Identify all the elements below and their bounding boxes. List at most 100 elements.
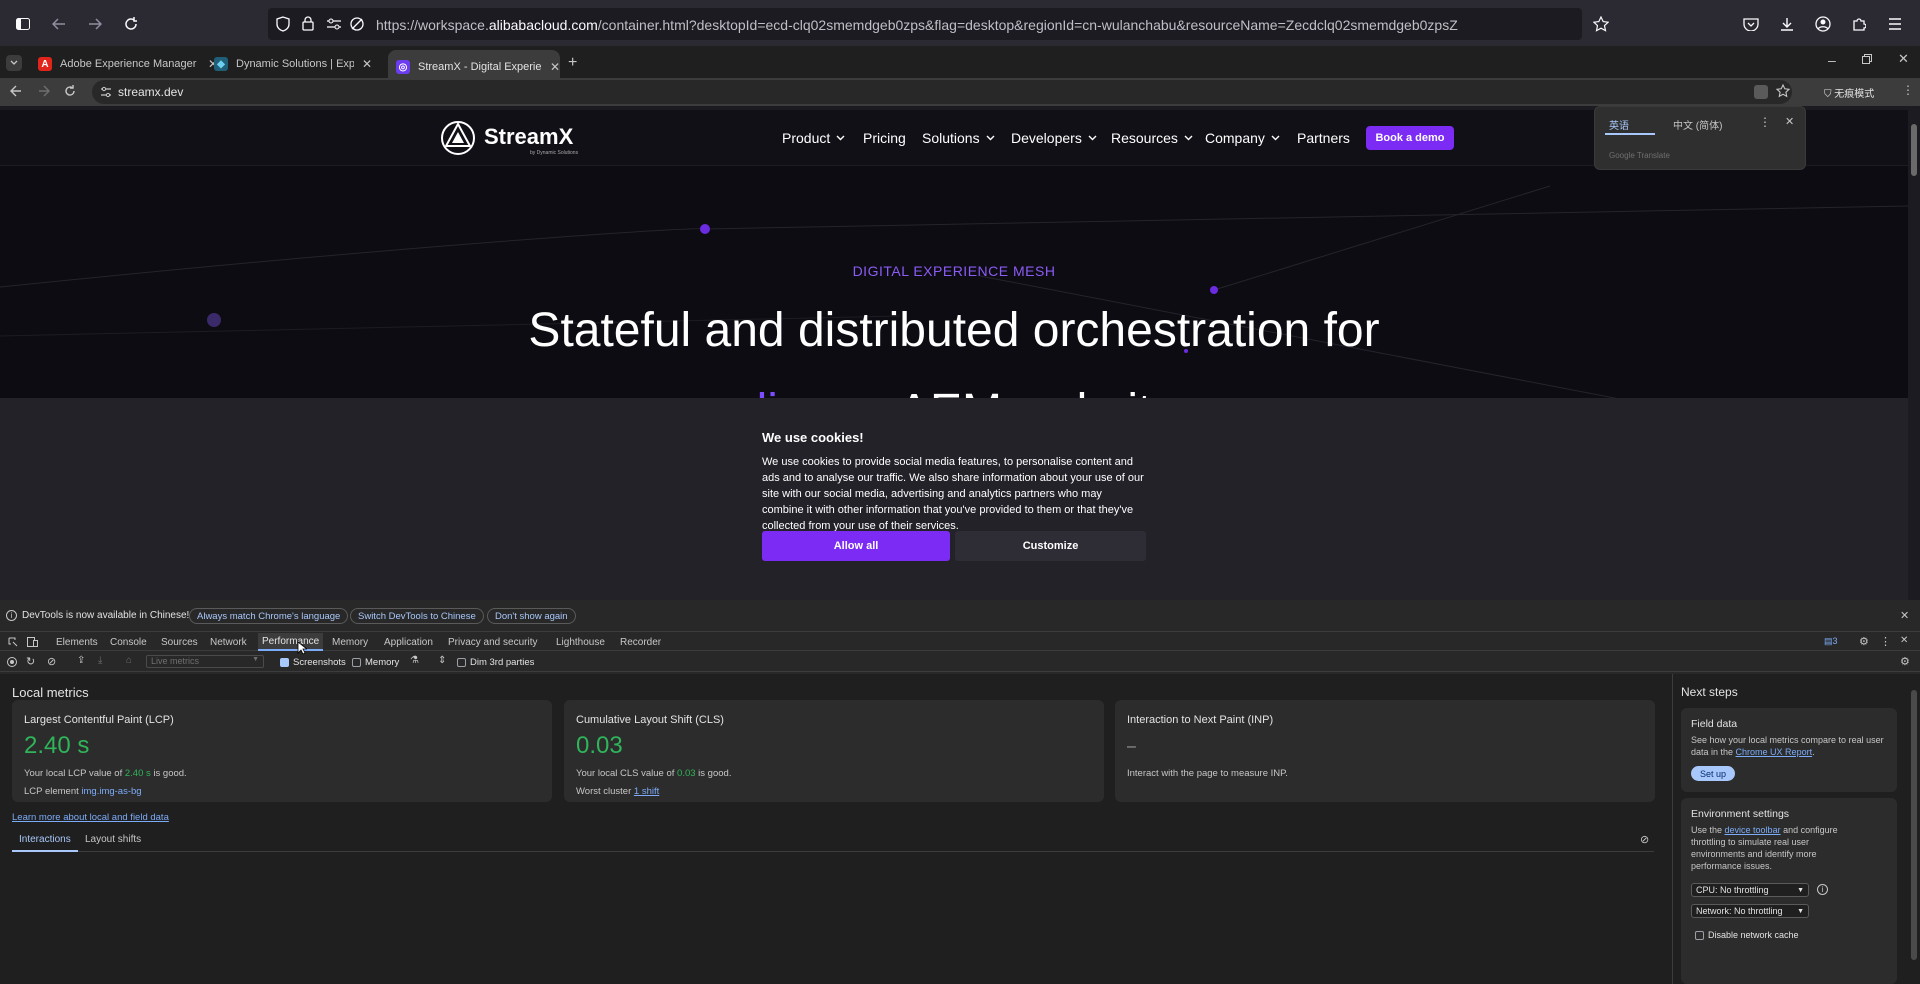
streamx-logo[interactable] [440,118,480,158]
subtab-layout-shifts[interactable]: Layout shifts [85,834,141,845]
match-language-button[interactable]: Always match Chrome's language [189,608,349,624]
nav-company[interactable]: Company [1205,130,1280,146]
chrome-forward-icon[interactable] [38,85,50,97]
sidebar-icon[interactable] [10,11,36,37]
clear-log-icon[interactable]: ⊘ [1640,833,1649,846]
record-icon[interactable] [7,657,17,667]
tab-search-icon[interactable] [6,55,22,71]
disable-cache-checkbox[interactable]: Disable network cache [1695,930,1799,940]
settings-gear-icon[interactable]: ⚙ [1859,635,1869,648]
menu-icon[interactable] [1882,11,1908,37]
chrome-menu-icon[interactable]: ⋮ [1902,83,1914,97]
network-throttling-select[interactable]: Network: No throttling ▼ [1691,904,1809,918]
tab-console[interactable]: Console [106,633,151,651]
nav-product[interactable]: Product [782,130,845,146]
tab-lighthouse[interactable]: Lighthouse [552,633,609,651]
upload-icon[interactable]: ⇪ [77,655,85,666]
reload-icon[interactable] [118,11,144,37]
checkbox[interactable] [457,658,466,667]
bookmark-star-icon[interactable] [1588,11,1614,37]
back-icon[interactable] [46,11,72,37]
tab-network[interactable]: Network [206,633,251,651]
customize-button[interactable]: Customize [955,531,1146,561]
nav-resources[interactable]: Resources [1111,130,1193,146]
translate-icon[interactable] [1754,85,1768,99]
extensions-icon[interactable] [1846,11,1872,37]
cpu-info-icon[interactable]: i [1817,884,1828,895]
permissions-icon[interactable] [326,17,342,31]
nav-developers[interactable]: Developers [1011,130,1097,146]
issues-badge[interactable]: ▤3 [1824,636,1838,647]
reload-record-icon[interactable]: ↻ [26,655,35,668]
omnibox-url[interactable]: streamx.dev [118,85,183,99]
nav-pricing[interactable]: Pricing [863,130,906,146]
device-toolbar-link[interactable]: device toolbar [1725,825,1781,835]
garbage-collect-icon[interactable]: ⚗ [410,655,419,666]
translate-source-tab[interactable]: 英语 [1609,117,1629,132]
incognito-label[interactable]: ⛉ 无痕模式 [1824,85,1874,100]
chrome-back-icon[interactable] [10,85,22,97]
dont-show-again-button[interactable]: Don't show again [487,608,576,624]
lock-icon[interactable] [302,16,314,31]
tab-dynamic-solutions[interactable]: ◆ Dynamic Solutions | Experience ✕ [206,50,372,78]
account-icon[interactable] [1810,11,1836,37]
capture-settings-icon[interactable]: ⇕ [438,655,446,666]
tab-performance[interactable]: Performance [258,633,324,651]
translate-target-tab[interactable]: 中文 (简体) [1673,117,1722,132]
chrome-reload-icon[interactable] [64,85,76,97]
dim-third-parties-checkbox[interactable]: Dim 3rd parties [457,657,534,668]
download-icon[interactable]: ⤓ [98,655,102,666]
camera-blocked-icon[interactable] [350,17,364,31]
recording-select[interactable]: Live metrics ▼ [146,655,264,668]
devtools-scrollbar[interactable] [1908,674,1920,984]
site-info-icon[interactable] [100,86,112,98]
downloads-icon[interactable] [1774,11,1800,37]
tab-elements[interactable]: Elements [52,633,102,651]
minimize-icon[interactable]: – [1828,52,1836,68]
shield-icon[interactable] [276,16,290,32]
devtools-menu-icon[interactable]: ⋮ [1880,635,1891,648]
restore-icon[interactable] [1862,54,1872,64]
chrome-ux-report-link[interactable]: Chrome UX Report [1736,747,1813,757]
devtools-scrollbar-thumb[interactable] [1911,690,1917,960]
screenshots-checkbox[interactable]: Screenshots [280,657,346,668]
switch-to-chinese-button[interactable]: Switch DevTools to Chinese [350,608,484,624]
tab-sources[interactable]: Sources [157,633,202,651]
tab-recorder[interactable]: Recorder [616,633,665,651]
firefox-url-text[interactable]: https://workspace.alibabacloud.com/conta… [376,17,1458,33]
nav-partners[interactable]: Partners [1297,130,1350,146]
inspect-element-icon[interactable] [8,637,18,647]
close-infobar-icon[interactable]: ✕ [1900,609,1909,622]
memory-checkbox[interactable]: Memory [352,657,399,668]
pocket-icon[interactable] [1738,11,1764,37]
subtab-interactions[interactable]: Interactions [12,834,78,852]
device-toolbar-icon[interactable] [27,637,38,647]
close-window-icon[interactable]: ✕ [1898,51,1909,67]
page-scrollbar[interactable] [1908,110,1920,600]
tab-memory[interactable]: Memory [328,633,372,651]
learn-more-link[interactable]: Learn more about local and field data [12,812,169,823]
allow-all-button[interactable]: Allow all [762,531,950,561]
cpu-throttling-select[interactable]: CPU: No throttling ▼ [1691,883,1809,897]
translate-close-icon[interactable]: ✕ [1785,115,1794,128]
home-icon[interactable]: ⌂ [126,655,132,666]
checkbox[interactable] [352,658,361,667]
close-devtools-icon[interactable]: ✕ [1900,635,1908,646]
nav-solutions[interactable]: Solutions [922,130,995,146]
firefox-url-bar[interactable]: https://workspace.alibabacloud.com/conta… [268,8,1582,40]
tab-privacy-security[interactable]: Privacy and security [444,633,541,651]
tab-adobe[interactable]: A Adobe Experience Manager ✕ [30,50,218,78]
page-scrollbar-thumb[interactable] [1911,124,1917,176]
clear-icon[interactable]: ⊘ [47,655,56,668]
lcp-element-link[interactable]: img.img-as-bg [81,786,141,797]
checkbox[interactable] [1695,930,1704,940]
tab-application[interactable]: Application [380,633,437,651]
close-tab-icon[interactable]: ✕ [362,57,372,71]
bookmark-icon[interactable] [1776,84,1790,98]
close-tab-icon[interactable]: ✕ [550,60,560,74]
worst-cluster-link[interactable]: 1 shift [634,786,659,797]
book-demo-button[interactable]: Book a demo [1366,126,1454,150]
forward-icon[interactable] [82,11,108,37]
capture-gear-icon[interactable]: ⚙ [1900,655,1910,668]
translate-menu-icon[interactable]: ⋮ [1759,115,1771,129]
